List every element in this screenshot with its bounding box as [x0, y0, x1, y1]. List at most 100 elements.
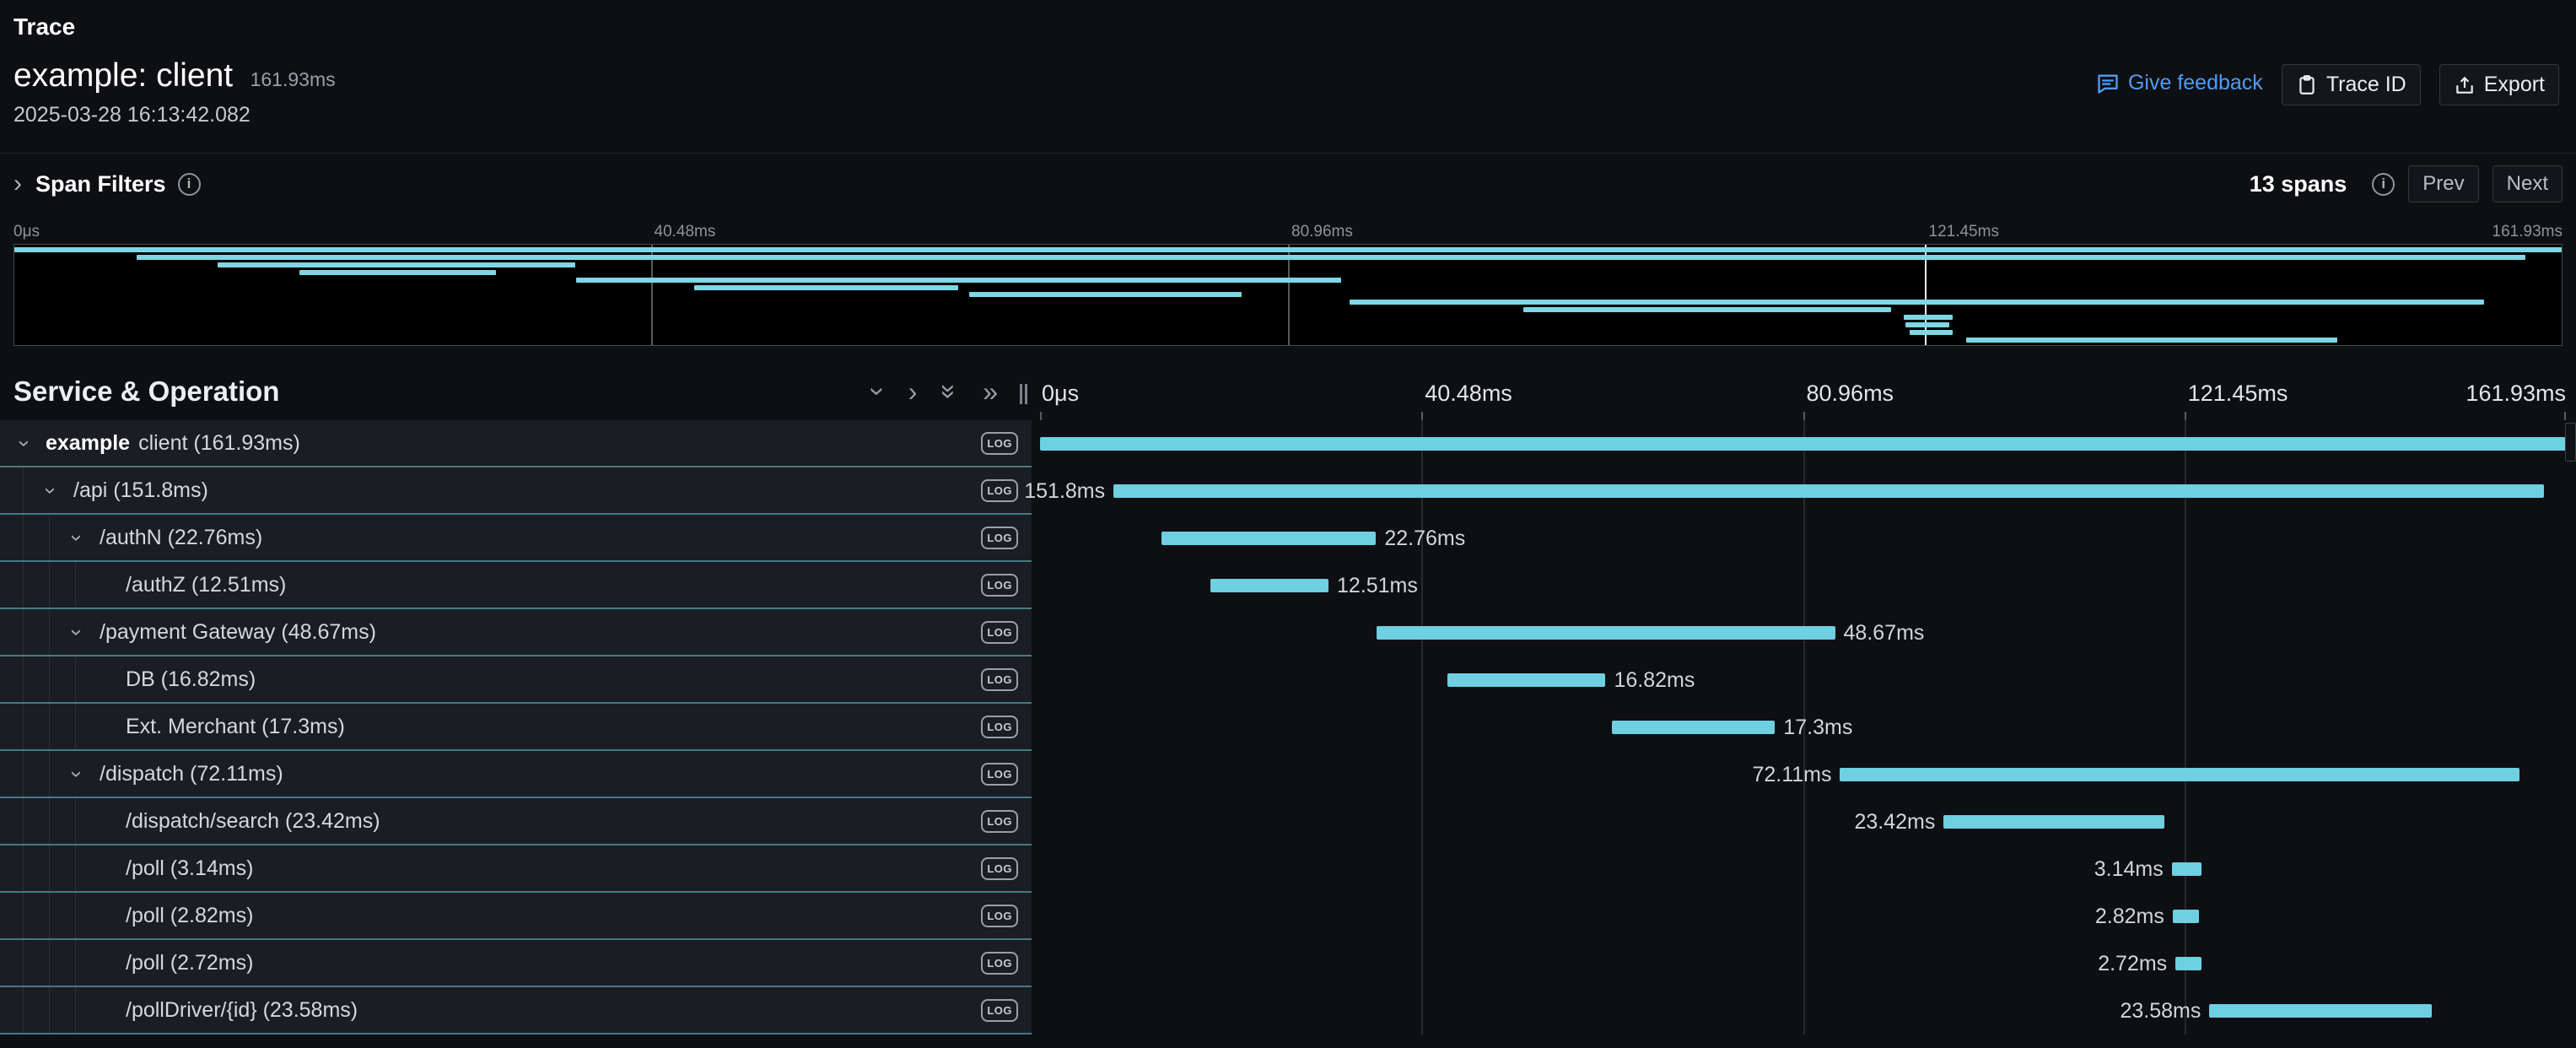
chevron-right-icon[interactable]: ›	[908, 378, 918, 405]
log-icon[interactable]: LOG	[981, 527, 1018, 549]
log-icon[interactable]: LOG	[981, 574, 1018, 597]
span-row[interactable]: › example client (161.93ms) LOG	[0, 420, 2576, 467]
span-bar[interactable]	[1377, 626, 1835, 640]
span-bar[interactable]	[2209, 1004, 2431, 1018]
minimap-tick: 121.45ms	[1929, 223, 1999, 241]
log-icon[interactable]: LOG	[981, 621, 1018, 644]
indent-guide	[23, 987, 24, 1033]
minimap-span-bar	[1350, 300, 2484, 305]
next-button[interactable]: Next	[2492, 165, 2563, 203]
log-icon[interactable]: LOG	[981, 479, 1018, 502]
span-bar[interactable]	[1447, 673, 1606, 687]
span-filters-label[interactable]: Span Filters	[35, 171, 166, 197]
span-bar-track[interactable]: 2.72ms	[1040, 940, 2566, 987]
export-button[interactable]: Export	[2439, 64, 2559, 105]
span-duration-label: 151.8ms	[1024, 479, 1105, 504]
span-row[interactable]: DB (16.82ms) LOG 16.82ms	[0, 656, 2576, 704]
span-name-cell[interactable]: › /api (151.8ms) LOG	[0, 467, 1032, 515]
span-bar-track[interactable]: 72.11ms	[1040, 751, 2566, 798]
span-bar-track[interactable]: 23.58ms	[1040, 987, 2566, 1034]
minimap-canvas[interactable]	[13, 244, 2563, 346]
log-icon[interactable]: LOG	[981, 857, 1018, 880]
span-name-cell[interactable]: /poll (2.82ms) LOG	[0, 893, 1032, 940]
span-row[interactable]: /dispatch/search (23.42ms) LOG 23.42ms	[0, 798, 2576, 845]
span-bar[interactable]	[1040, 437, 2566, 451]
span-name-cell[interactable]: /pollDriver/{id} (23.58ms) LOG	[0, 987, 1032, 1034]
chevron-down-icon[interactable]: ›	[65, 759, 89, 788]
span-row[interactable]: /pollDriver/{id} (23.58ms) LOG 23.58ms	[0, 987, 2576, 1034]
span-bar[interactable]	[1210, 579, 1328, 592]
span-bar-track[interactable]: 3.14ms	[1040, 845, 2566, 893]
chevron-down-icon[interactable]: ›	[39, 476, 63, 505]
span-name-cell[interactable]: /poll (3.14ms) LOG	[0, 845, 1032, 893]
log-icon[interactable]: LOG	[981, 716, 1018, 738]
indent-guide	[75, 798, 76, 844]
prev-button[interactable]: Prev	[2408, 165, 2478, 203]
span-name-cell[interactable]: DB (16.82ms) LOG	[0, 656, 1032, 704]
span-name-cell[interactable]: /dispatch/search (23.42ms) LOG	[0, 798, 1032, 845]
span-bar[interactable]	[1612, 721, 1775, 734]
tick-mark	[2185, 412, 2186, 420]
span-row[interactable]: Ext. Merchant (17.3ms) LOG 17.3ms	[0, 704, 2576, 751]
give-feedback-link[interactable]: Give feedback	[2096, 64, 2263, 95]
chevron-down-icon[interactable]: ›	[65, 523, 89, 552]
span-name-cell[interactable]: › /payment Gateway (48.67ms) LOG	[0, 609, 1032, 656]
span-name-cell[interactable]: › /dispatch (72.11ms) LOG	[0, 751, 1032, 798]
span-name-cell[interactable]: /authZ (12.51ms) LOG	[0, 562, 1032, 609]
chevron-right-icon[interactable]: ›	[13, 171, 22, 197]
span-bar-track[interactable]: 48.67ms	[1040, 609, 2566, 656]
span-bar-track[interactable]: 23.42ms	[1040, 798, 2566, 845]
chevron-down-icon[interactable]: ›	[65, 618, 89, 646]
double-chevron-down-icon[interactable]: »	[936, 384, 963, 399]
log-icon[interactable]: LOG	[981, 999, 1018, 1022]
span-bar[interactable]	[1943, 815, 2164, 829]
span-bar-track[interactable]: 12.51ms	[1040, 562, 2566, 609]
span-row[interactable]: › /authN (22.76ms) LOG 22.76ms	[0, 515, 2576, 562]
minimap-tick: 80.96ms	[1291, 223, 1353, 241]
info-icon[interactable]: i	[2372, 173, 2395, 196]
span-bar[interactable]	[1840, 768, 2519, 781]
span-name-cell[interactable]: › example client (161.93ms) LOG	[0, 420, 1032, 467]
span-row[interactable]: › /dispatch (72.11ms) LOG 72.11ms	[0, 751, 2576, 798]
span-rows: › example client (161.93ms) LOG › /api (…	[0, 420, 2576, 1034]
span-bar[interactable]	[2172, 862, 2201, 876]
span-row[interactable]: /poll (3.14ms) LOG 3.14ms	[0, 845, 2576, 893]
log-icon[interactable]: LOG	[981, 905, 1018, 927]
span-bar-track[interactable]: 2.82ms	[1040, 893, 2566, 940]
span-bar[interactable]	[1113, 484, 2544, 498]
panel-resizer-handle[interactable]	[1020, 384, 1028, 404]
log-icon[interactable]: LOG	[981, 810, 1018, 833]
log-icon[interactable]: LOG	[981, 952, 1018, 975]
span-bar[interactable]	[2175, 957, 2201, 970]
span-bar-track[interactable]: 17.3ms	[1040, 704, 2566, 751]
span-duration-label: 22.76ms	[1384, 527, 1465, 551]
span-bar-track[interactable]: 16.82ms	[1040, 656, 2566, 704]
span-bar-track[interactable]: 22.76ms	[1040, 515, 2566, 562]
indent-guide	[75, 987, 76, 1033]
span-name-cell[interactable]: Ext. Merchant (17.3ms) LOG	[0, 704, 1032, 751]
trace-id-button[interactable]: Trace ID	[2282, 64, 2421, 105]
span-bar[interactable]	[2173, 910, 2200, 923]
minimap-span-bar	[1523, 307, 1892, 312]
chevron-down-icon[interactable]: ›	[13, 429, 37, 457]
span-name-cell[interactable]: /poll (2.72ms) LOG	[0, 940, 1032, 987]
timeline-tick: 121.45ms	[2188, 381, 2288, 407]
timeline-tick: 40.48ms	[1425, 381, 1512, 407]
span-row[interactable]: /authZ (12.51ms) LOG 12.51ms	[0, 562, 2576, 609]
double-chevron-right-icon[interactable]: »	[983, 378, 998, 405]
span-row[interactable]: /poll (2.82ms) LOG 2.82ms	[0, 893, 2576, 940]
span-bar-track[interactable]	[1040, 420, 2566, 467]
log-icon[interactable]: LOG	[981, 668, 1018, 691]
log-icon[interactable]: LOG	[981, 763, 1018, 786]
chevron-down-icon[interactable]: ›	[865, 387, 892, 397]
span-name-cell[interactable]: › /authN (22.76ms) LOG	[0, 515, 1032, 562]
info-icon[interactable]: i	[178, 173, 201, 196]
span-bar-track[interactable]: 151.8ms	[1040, 467, 2566, 515]
span-row[interactable]: › /api (151.8ms) LOG 151.8ms	[0, 467, 2576, 515]
span-row[interactable]: › /payment Gateway (48.67ms) LOG 48.67ms	[0, 609, 2576, 656]
minimap-span-bar	[694, 285, 959, 290]
vertical-scrollbar-thumb[interactable]	[2565, 423, 2576, 462]
log-icon[interactable]: LOG	[981, 432, 1018, 455]
span-row[interactable]: /poll (2.72ms) LOG 2.72ms	[0, 940, 2576, 987]
span-bar[interactable]	[1161, 532, 1376, 545]
